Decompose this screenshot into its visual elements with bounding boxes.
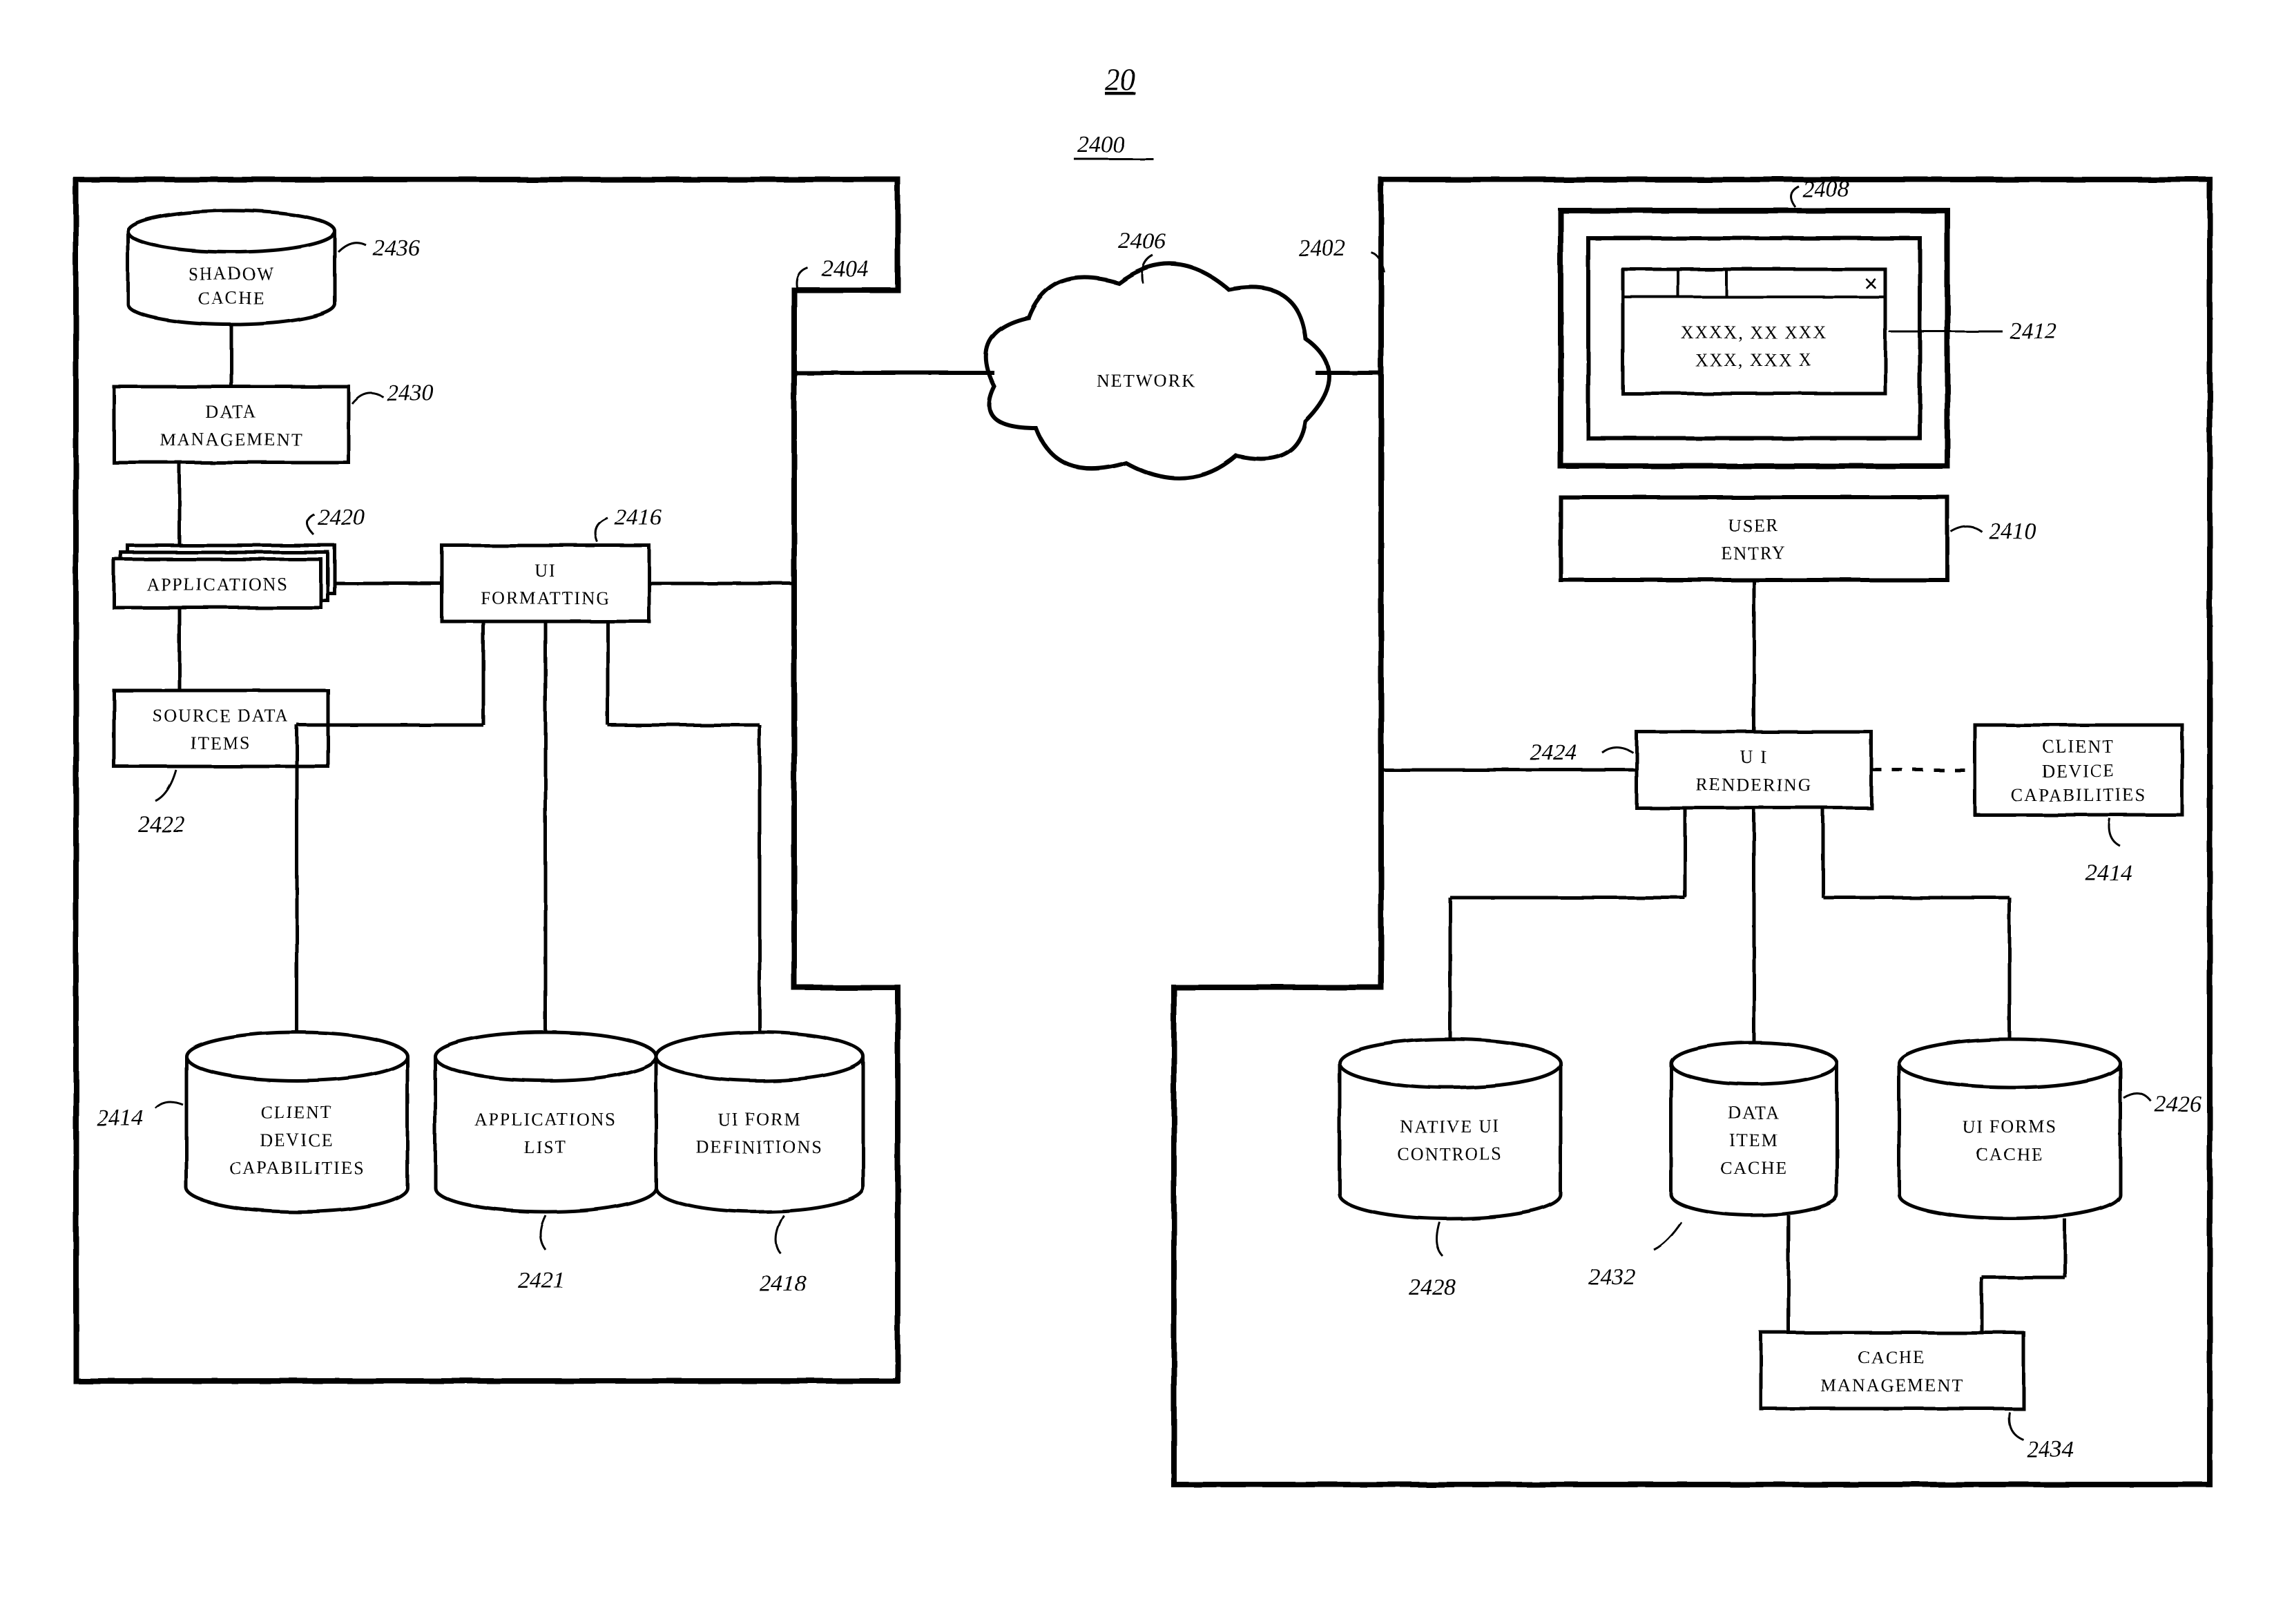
forms-cache-ref: 2426 [2155,1092,2201,1117]
network-label: NETWORK [1097,371,1196,391]
svg-text:U I: U I [1740,747,1768,767]
server-ref: 2404 [822,256,869,282]
server-client-caps-ref: 2414 [97,1105,144,1131]
native-ui-controls-cylinder: NATIVE UI CONTROLS [1340,1039,1561,1219]
svg-text:CACHE: CACHE [197,288,265,308]
svg-text:CAPABILITIES: CAPABILITIES [229,1158,365,1178]
ui-rendering-ref: 2424 [1530,740,1577,765]
svg-text:FORMATTING: FORMATTING [481,588,610,608]
applications-ref: 2420 [318,505,365,530]
svg-text:CAPABILITIES: CAPABILITIES [2011,785,2146,805]
svg-text:ENTRY: ENTRY [1721,543,1786,563]
svg-text:UI FORM: UI FORM [717,1110,802,1130]
ui-form-definitions-cylinder: UI FORM DEFINITIONS [656,1032,863,1212]
applications-box: APPLICATIONS [114,545,335,608]
svg-text:DEVICE: DEVICE [260,1130,334,1150]
svg-text:CACHE: CACHE [1720,1158,1788,1178]
svg-text:NATIVE UI: NATIVE UI [1400,1116,1501,1137]
svg-text:CACHE: CACHE [1858,1348,1926,1368]
cache-mgmt-ref: 2434 [2027,1437,2074,1462]
svg-text:APPLICATIONS: APPLICATIONS [146,574,289,594]
source-items-ref: 2422 [138,812,185,838]
svg-text:MANAGEMENT: MANAGEMENT [1820,1375,1964,1395]
svg-text:MANAGEMENT: MANAGEMENT [160,429,303,450]
svg-text:RENDERING: RENDERING [1696,775,1812,795]
server-client-caps-cylinder: CLIENT DEVICE CAPABILITIES [186,1032,407,1212]
svg-text:DEFINITIONS: DEFINITIONS [696,1137,823,1157]
svg-text:XXXX, XX XXX: XXXX, XX XXX [1681,322,1828,342]
applications-list-cylinder: APPLICATIONS LIST [435,1032,656,1212]
svg-text:ITEMS: ITEMS [191,733,251,753]
apps-list-ref: 2421 [518,1268,565,1293]
svg-text:CACHE: CACHE [1976,1144,2043,1164]
screen-content-ref: 2412 [2010,318,2056,344]
ui-forms-cache-cylinder: UI FORMS CACHE [1899,1039,2120,1219]
svg-text:USER: USER [1728,516,1780,536]
svg-text:APPLICATIONS: APPLICATIONS [474,1110,617,1130]
svg-text:UI FORMS: UI FORMS [1962,1116,2057,1137]
ui-formatting-box [442,545,649,621]
display-ref: 2408 [1802,177,1849,202]
svg-text:DATA: DATA [1728,1103,1780,1123]
network-ref: 2406 [1119,229,1166,254]
system-ref: 2400 [1077,132,1124,157]
svg-text:XXX, XXX X: XXX, XXX X [1695,350,1813,370]
user-entry-box [1561,497,1947,580]
client-ref: 2402 [1298,235,1345,261]
svg-text:DEVICE: DEVICE [2041,761,2115,781]
native-ctrls-ref: 2428 [1409,1275,1456,1300]
figure-number: 20 [1105,63,1135,97]
data-management-box [114,387,349,463]
svg-text:CONTROLS: CONTROLS [1397,1144,1503,1164]
svg-text:ITEM: ITEM [1729,1130,1779,1150]
svg-text:DATA: DATA [205,402,257,422]
ui-form-defs-ref: 2418 [760,1271,807,1297]
client-display: ✕ XXXX, XX XXX XXX, XXX X [1561,211,1947,466]
ui-rendering-box [1637,732,1871,808]
data-item-cache-cylinder: DATA ITEM CACHE [1671,1043,1837,1215]
ui-formatting-ref: 2416 [615,505,662,530]
svg-text:SOURCE DATA: SOURCE DATA [153,706,289,726]
svg-text:UI: UI [534,561,556,581]
client-caps-ref: 2414 [2085,860,2132,886]
data-mgmt-ref: 2430 [387,380,434,406]
shadow-cache-ref: 2436 [373,235,420,261]
svg-text:✕: ✕ [1863,274,1880,294]
data-cache-ref: 2432 [1588,1264,1635,1290]
svg-text:SHADOW: SHADOW [188,264,275,284]
user-entry-ref: 2410 [1989,519,2036,544]
svg-text:LIST: LIST [524,1137,568,1157]
svg-text:CLIENT: CLIENT [261,1103,333,1123]
cache-management-box [1761,1333,2023,1409]
svg-text:CLIENT: CLIENT [2043,737,2114,757]
shadow-cache-cylinder: SHADOW CACHE [128,211,335,325]
